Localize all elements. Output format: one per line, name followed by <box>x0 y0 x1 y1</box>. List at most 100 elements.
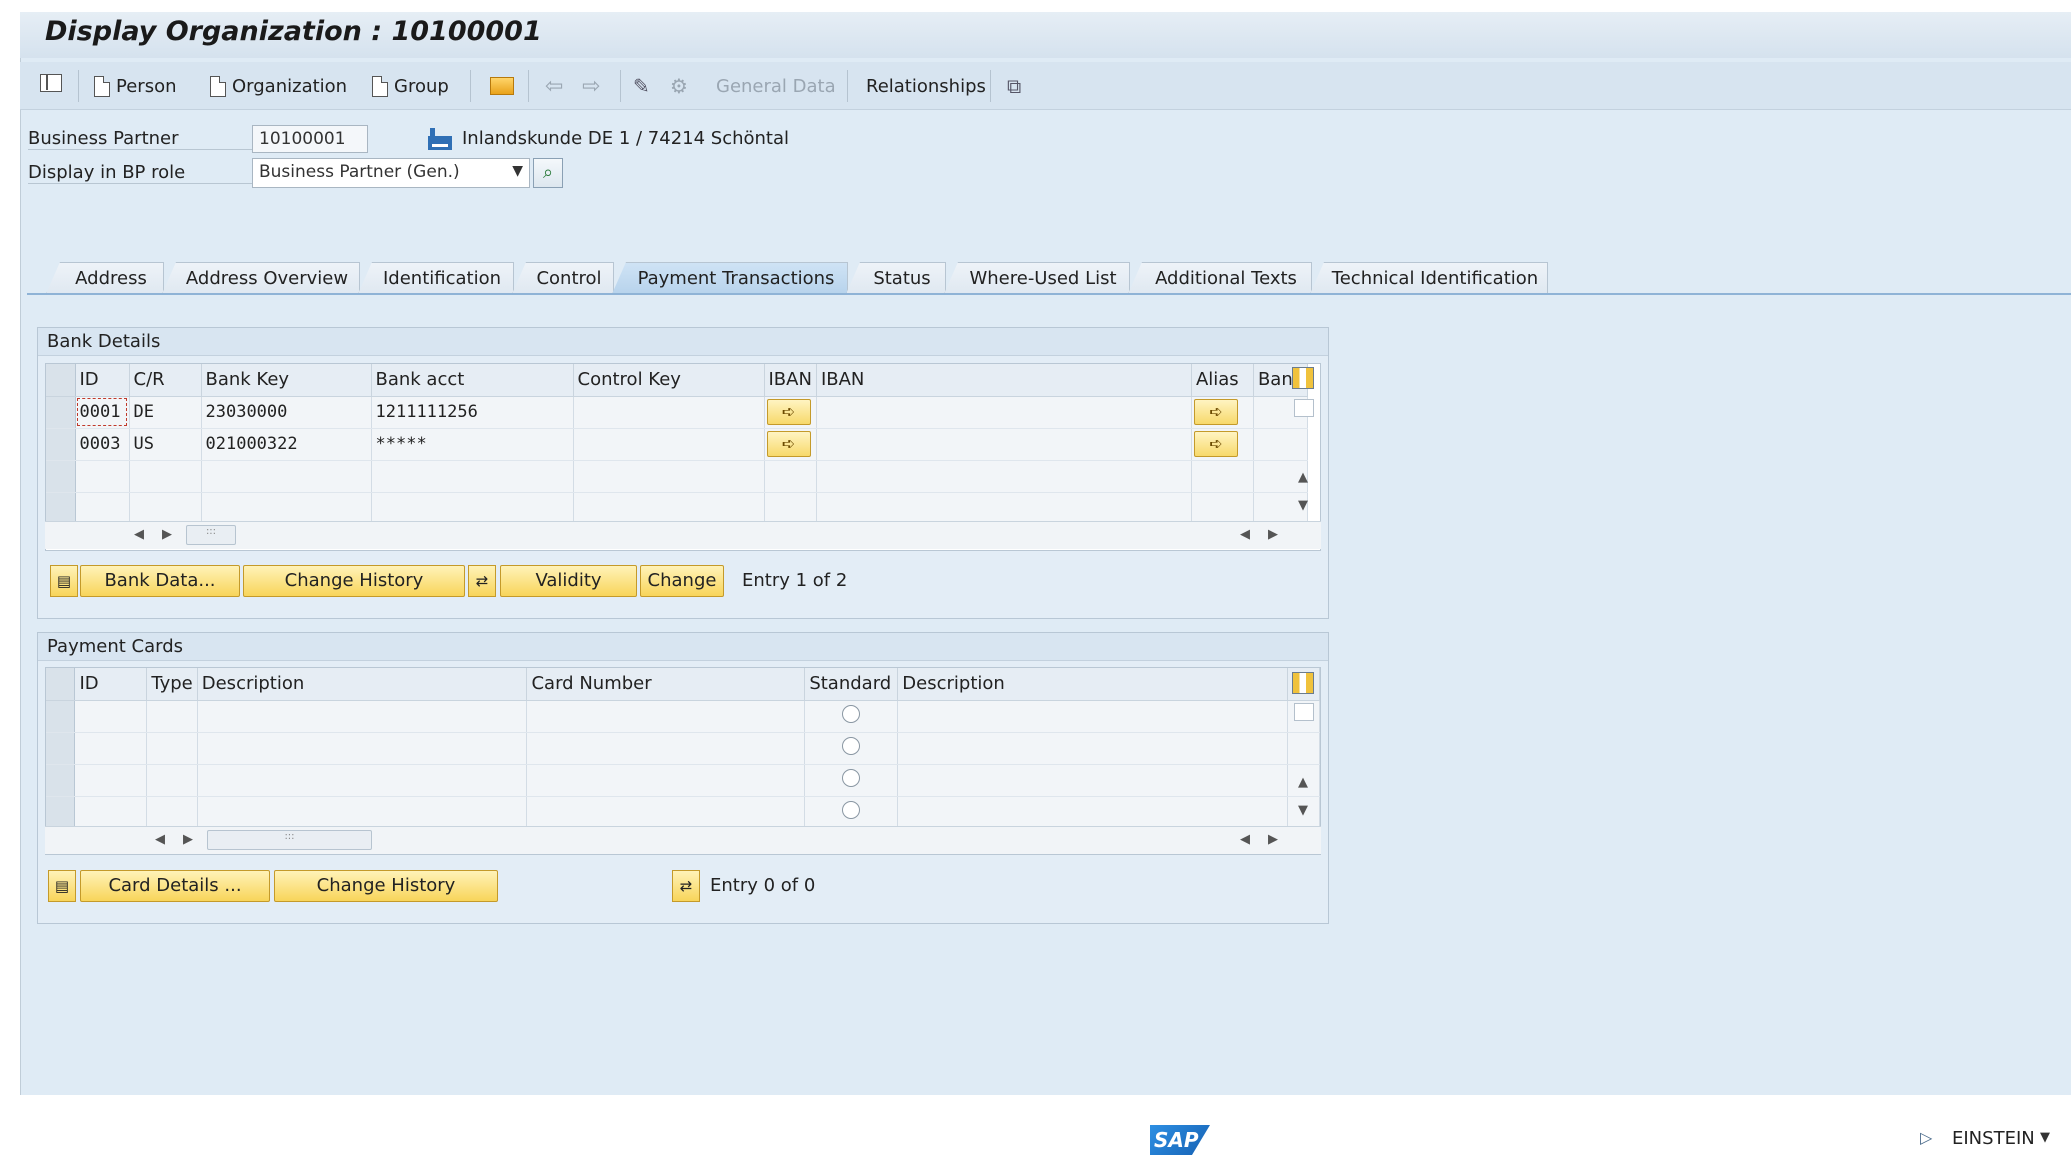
transfer-icon[interactable]: ⇄ <box>672 870 700 902</box>
cell-id[interactable]: 0003 <box>75 428 130 461</box>
table-row[interactable] <box>46 732 1321 765</box>
back-arrow-icon[interactable]: ⇦ <box>545 72 563 100</box>
business-partner-field[interactable]: 10100001 <box>252 125 368 153</box>
scroll-left-icon[interactable]: ◀ <box>134 527 144 542</box>
col-bank-key[interactable]: Bank Key <box>201 364 372 397</box>
scroll-down-icon[interactable]: ▼ <box>1298 803 1308 818</box>
delete-row-icon[interactable]: ▤ <box>48 870 76 902</box>
table-row[interactable]: 0003 US 021000322 ***** ➪ ➪ <box>46 428 1309 461</box>
standard-radio[interactable] <box>842 736 861 755</box>
row-selector[interactable] <box>46 396 76 429</box>
scroll-right-icon[interactable]: ▶ <box>1268 527 1278 542</box>
row-selector-header[interactable] <box>46 364 76 397</box>
col-type[interactable]: Type <box>146 668 198 701</box>
chevron-down-icon[interactable]: ▼ <box>2040 1130 2050 1145</box>
table-row[interactable] <box>46 492 1309 525</box>
standard-radio[interactable] <box>842 768 861 787</box>
col-standard[interactable]: Standard <box>804 668 899 701</box>
iban-arrow-icon[interactable]: ➪ <box>766 399 811 425</box>
toolbar-organization-button[interactable]: Organization <box>210 72 347 100</box>
cell-iban[interactable] <box>816 396 1192 429</box>
cell-bank-acct[interactable]: 1211111256 <box>371 396 574 429</box>
scroll-right-icon[interactable]: ▶ <box>162 527 172 542</box>
scroll-right-icon[interactable]: ▶ <box>1268 832 1278 847</box>
toolbar-group-button[interactable]: Group <box>372 72 449 100</box>
bp-role-dropdown[interactable]: Business Partner (Gen.) ▼ <box>252 158 530 188</box>
switch-display-change-icon[interactable]: ✎ <box>633 72 650 100</box>
table-settings-icon[interactable] <box>1292 367 1314 389</box>
tab-control[interactable]: Control <box>512 262 614 294</box>
col-bank-acct[interactable]: Bank acct <box>371 364 574 397</box>
card-details-button[interactable]: Card Details ... <box>80 870 270 902</box>
col-id[interactable]: ID <box>75 364 130 397</box>
tab-status[interactable]: Status <box>846 262 946 294</box>
change-history-button[interactable]: Change History <box>243 565 465 597</box>
scroll-left-icon[interactable]: ◀ <box>1240 527 1250 542</box>
scroll-up-icon[interactable]: ▲ <box>1298 775 1308 790</box>
change-button[interactable]: Change <box>640 565 724 597</box>
table-row[interactable] <box>46 796 1321 829</box>
cell-bank-key[interactable]: 021000322 <box>201 428 372 461</box>
alias-arrow-icon[interactable]: ➪ <box>1193 399 1238 425</box>
bank-data-button[interactable]: Bank Data... <box>80 565 240 597</box>
select-all-checkbox[interactable] <box>1294 399 1314 417</box>
iban-arrow-icon[interactable]: ➪ <box>766 431 811 457</box>
scroll-right-icon[interactable]: ▶ <box>183 832 193 847</box>
scroll-thumb[interactable]: ::: <box>186 525 236 545</box>
hierarchy-icon[interactable]: ⧉ <box>1007 72 1021 100</box>
table-row[interactable] <box>46 764 1321 797</box>
standard-radio[interactable] <box>842 704 861 723</box>
scroll-down-icon[interactable]: ▼ <box>1298 498 1308 513</box>
switch-role-icon[interactable]: ⌕ <box>533 158 563 188</box>
scroll-thumb[interactable]: ::: <box>207 830 372 850</box>
select-all-checkbox[interactable] <box>1294 703 1314 721</box>
table-settings-icon[interactable] <box>1292 672 1314 694</box>
col-description-2[interactable]: Description <box>897 668 1288 701</box>
cell-iban[interactable] <box>816 428 1192 461</box>
delete-row-icon[interactable]: ▤ <box>50 565 78 597</box>
other-object-icon[interactable]: ⚙ <box>670 72 688 100</box>
cell-id[interactable]: 0001 <box>75 396 130 429</box>
validity-button[interactable]: Validity <box>500 565 637 597</box>
col-country-region[interactable]: C/R <box>129 364 202 397</box>
open-folder-icon[interactable] <box>490 72 514 100</box>
table-row[interactable] <box>46 700 1321 733</box>
col-alias[interactable]: Alias <box>1191 364 1254 397</box>
alias-arrow-icon[interactable]: ➪ <box>1193 431 1238 457</box>
cell-bank[interactable] <box>1253 428 1309 461</box>
cell-control-key[interactable] <box>573 428 765 461</box>
col-iban[interactable]: IBAN <box>816 364 1192 397</box>
toggle-navigation-icon[interactable] <box>40 74 62 92</box>
table-row[interactable]: 0001 DE 23030000 1211111256 ➪ ➪ <box>46 396 1309 429</box>
tab-identification[interactable]: Identification <box>358 262 514 294</box>
tab-technical-identification[interactable]: Technical Identification <box>1310 262 1548 294</box>
cell-control-key[interactable] <box>573 396 765 429</box>
card-change-history-button[interactable]: Change History <box>274 870 498 902</box>
expand-status-icon[interactable]: ▷ <box>1920 1128 1932 1147</box>
col-description[interactable]: Description <box>197 668 528 701</box>
cell-bank-key[interactable]: 23030000 <box>201 396 372 429</box>
row-selector-header[interactable] <box>46 668 76 701</box>
col-control-key[interactable]: Control Key <box>573 364 765 397</box>
row-selector[interactable] <box>46 428 76 461</box>
table-row[interactable] <box>46 460 1309 493</box>
horizontal-scrollbar[interactable] <box>45 521 1321 549</box>
cell-cr[interactable]: US <box>129 428 202 461</box>
scroll-up-icon[interactable]: ▲ <box>1298 470 1308 485</box>
col-id[interactable]: ID <box>74 668 148 701</box>
tab-additional-texts[interactable]: Additional Texts <box>1128 262 1312 294</box>
transfer-icon[interactable]: ⇄ <box>468 565 496 597</box>
scroll-left-icon[interactable]: ◀ <box>1240 832 1250 847</box>
tab-address-overview[interactable]: Address Overview <box>162 262 360 294</box>
toolbar-general-data-button[interactable]: General Data <box>716 72 836 100</box>
scroll-left-icon[interactable]: ◀ <box>155 832 165 847</box>
toolbar-relationships-button[interactable]: Relationships <box>866 72 986 100</box>
cell-cr[interactable]: DE <box>129 396 202 429</box>
cell-bank-acct[interactable]: ***** <box>371 428 574 461</box>
tab-where-used-list[interactable]: Where-Used List <box>944 262 1130 294</box>
col-iban-button[interactable]: IBAN <box>764 364 817 397</box>
toolbar-person-button[interactable]: Person <box>94 72 177 100</box>
tab-payment-transactions[interactable]: Payment Transactions <box>612 262 848 294</box>
col-card-number[interactable]: Card Number <box>526 668 806 701</box>
standard-radio[interactable] <box>842 800 861 819</box>
